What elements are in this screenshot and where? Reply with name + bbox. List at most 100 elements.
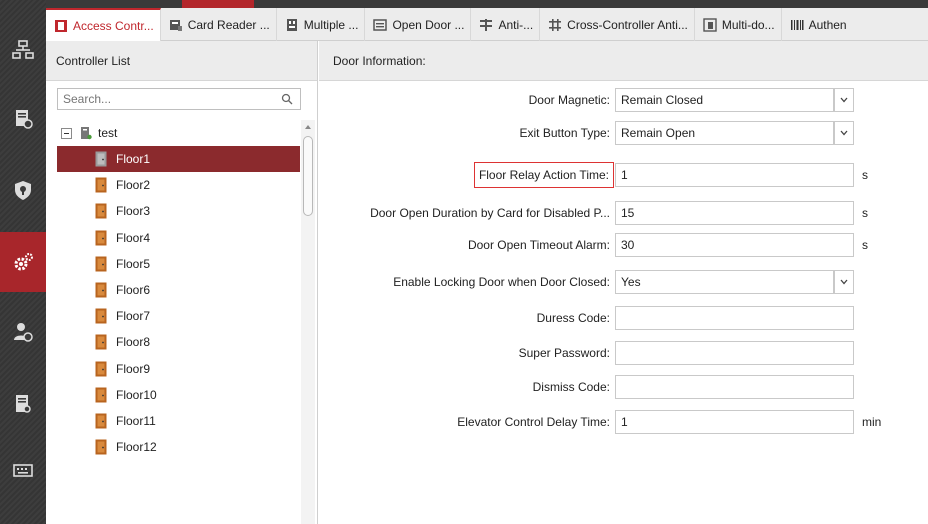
form-row: Door Open Timeout Alarm: 30 s — [319, 233, 928, 257]
tree-item-floor[interactable]: Floor1 — [57, 146, 300, 173]
tab-open-door[interactable]: Open Door ... — [365, 8, 472, 41]
search-input[interactable] — [58, 89, 276, 109]
cross-controller-icon — [548, 18, 562, 32]
text-field[interactable]: 1 — [615, 163, 854, 187]
door-information-panel: Door Information: Door Magnetic: Remain C… — [319, 41, 928, 524]
door-icon — [95, 151, 107, 167]
unit-label: min — [862, 415, 882, 429]
text-field[interactable] — [615, 306, 854, 330]
field-label: Floor Relay Action Time: — [473, 162, 614, 188]
sidebar-item-keyboard[interactable] — [0, 440, 46, 500]
text-field[interactable]: 30 — [615, 233, 854, 257]
tree-item-label: Floor7 — [116, 309, 151, 324]
tab-multiple[interactable]: Multiple ... — [277, 8, 366, 41]
search-box — [57, 88, 301, 110]
sidebar-item-log-search[interactable] — [0, 374, 46, 434]
top-strip — [46, 0, 928, 8]
left-sidebar — [0, 0, 46, 524]
form-row: Dismiss Code: — [319, 375, 928, 399]
form-row: Enable Locking Door when Door Closed: Yes — [319, 270, 928, 294]
door-icon — [95, 203, 107, 219]
log-search-icon — [16, 395, 31, 413]
door-icon — [95, 387, 107, 403]
tree-item-floor[interactable]: Floor6 — [57, 277, 300, 303]
tree-item-floor[interactable]: Floor11 — [57, 408, 300, 434]
tree-root-label: test — [98, 126, 118, 140]
form-row: Elevator Control Delay Time: 1 min — [319, 410, 928, 434]
multiple-icon — [285, 18, 299, 32]
tree-root[interactable]: test — [57, 120, 300, 146]
chevron-down-icon[interactable] — [834, 270, 854, 294]
tree-item-label: Floor2 — [116, 178, 151, 193]
unit-label: s — [862, 238, 868, 252]
tree-item-label: Floor9 — [116, 361, 151, 376]
unit-label: s — [862, 168, 868, 182]
tree-item-label: Floor5 — [116, 256, 151, 271]
sidebar-item-person[interactable] — [0, 302, 46, 362]
controller-list-panel: Controller List test Floor1 Floor2 Floor3 F… — [46, 41, 318, 524]
door-icon — [95, 413, 107, 429]
form-row: Super Password: — [319, 341, 928, 365]
tab-multi-door[interactable]: Multi-do... — [695, 8, 782, 41]
door-icon — [95, 361, 107, 377]
controller-icon — [80, 126, 92, 140]
text-field[interactable] — [615, 375, 854, 399]
tree-item-floor[interactable]: Floor3 — [57, 198, 300, 224]
tree-item-label: Floor6 — [116, 283, 151, 298]
tree-item-label: Floor3 — [116, 204, 151, 219]
tree-item-floor[interactable]: Floor8 — [57, 329, 300, 355]
tab-authentication[interactable]: Authen — [782, 8, 853, 41]
tree-item-floor[interactable]: Floor12 — [57, 434, 300, 460]
collapse-icon[interactable] — [61, 127, 72, 139]
open-door-icon — [373, 18, 388, 32]
form-row: Door Open Duration by Card for Disabled … — [319, 201, 928, 225]
sidebar-item-network[interactable] — [0, 20, 46, 80]
door-icon — [95, 230, 107, 246]
chevron-down-icon[interactable] — [834, 88, 854, 112]
tree-item-floor[interactable]: Floor4 — [57, 225, 300, 251]
tree-item-floor[interactable]: Floor5 — [57, 251, 300, 277]
card-reader-icon — [169, 18, 183, 32]
tree-item-floor[interactable]: Floor9 — [57, 356, 300, 382]
controller-list-header: Controller List — [46, 41, 317, 81]
tab-card-reader[interactable]: Card Reader ... — [161, 8, 277, 41]
tree-item-label: Floor11 — [116, 413, 156, 428]
form-row: Duress Code: — [319, 306, 928, 330]
form-row: Exit Button Type: Remain Open — [319, 121, 928, 145]
text-field[interactable] — [615, 341, 854, 365]
select-field[interactable]: Yes — [615, 270, 834, 294]
text-field[interactable]: 15 — [615, 201, 854, 225]
tree-item-label: Floor1 — [116, 152, 151, 167]
door-icon — [95, 177, 107, 193]
tab-anti-passback[interactable]: Anti-... — [471, 8, 541, 41]
search-icon[interactable] — [276, 89, 298, 109]
sidebar-item-security[interactable] — [0, 160, 46, 220]
unit-label: s — [862, 206, 868, 220]
sidebar-item-settings[interactable] — [0, 232, 46, 292]
tab-cross-controller[interactable]: Cross-Controller Anti... — [540, 8, 695, 41]
field-label: Door Open Duration by Card for Disabled … — [370, 206, 610, 220]
tree-item-label: Floor12 — [116, 440, 157, 455]
form-row: Door Magnetic: Remain Closed — [319, 88, 928, 112]
tree-item-label: Floor8 — [116, 335, 151, 350]
scrollbar[interactable] — [301, 120, 315, 524]
tab-access-control[interactable]: Access Contr... — [46, 8, 161, 41]
sidebar-item-schedule[interactable] — [0, 88, 46, 148]
select-field[interactable]: Remain Open — [615, 121, 834, 145]
scroll-up-icon[interactable] — [301, 120, 315, 134]
text-field[interactable]: 1 — [615, 410, 854, 434]
controller-tree: test Floor1 Floor2 Floor3 Floor4 Floor5 Floor… — [57, 120, 300, 460]
select-field[interactable]: Remain Closed — [615, 88, 834, 112]
scrollbar-thumb[interactable] — [303, 136, 313, 216]
chevron-down-icon[interactable] — [834, 121, 854, 145]
field-label: Door Magnetic: — [528, 93, 610, 107]
door-information-header: Door Information: — [319, 41, 928, 81]
tree-item-floor[interactable]: Floor10 — [57, 382, 300, 408]
tree-item-floor[interactable]: Floor2 — [57, 172, 300, 198]
person-camera-icon — [14, 323, 33, 342]
anti-passback-icon — [479, 18, 493, 32]
shield-icon — [15, 181, 31, 200]
network-icon — [12, 40, 34, 59]
door-icon — [95, 256, 107, 272]
tree-item-floor[interactable]: Floor7 — [57, 303, 300, 329]
